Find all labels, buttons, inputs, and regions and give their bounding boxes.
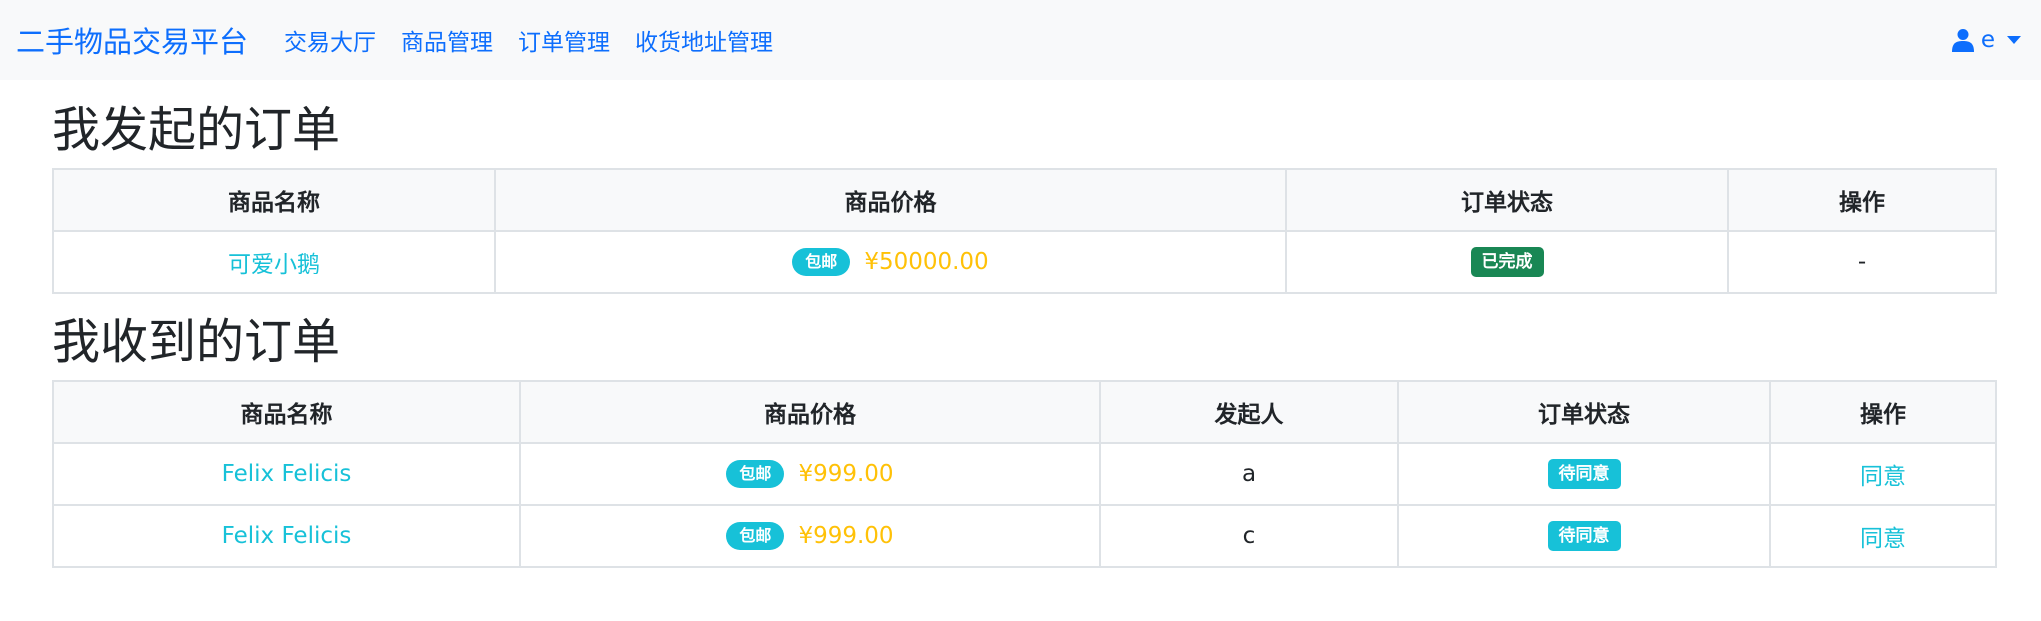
- table-header-row: 商品名称 商品价格 发起人 订单状态 操作: [52, 380, 1997, 444]
- nav-link-trading-hall[interactable]: 交易大厅: [284, 23, 376, 57]
- navbar: 二手物品交易平台 交易大厅 商品管理 订单管理 收货地址管理 e: [0, 0, 2041, 80]
- product-name-link[interactable]: 可爱小鹅: [228, 252, 320, 278]
- status-badge: 待同意: [1547, 520, 1621, 552]
- column-header: 商品价格: [519, 380, 1101, 444]
- brand-link[interactable]: 二手物品交易平台: [16, 19, 248, 61]
- received-orders-table: 商品名称 商品价格 发起人 订单状态 操作 Felix Felicis 包邮 ¥…: [52, 380, 1997, 568]
- user-name: e: [1980, 27, 1995, 53]
- column-header: 商品名称: [52, 380, 521, 444]
- sent-orders-table: 商品名称 商品价格 订单状态 操作 可爱小鹅 包邮 ¥50000.00 已完成 …: [52, 168, 1997, 294]
- received-orders-title: 我收到的订单: [52, 314, 341, 370]
- user-dropdown[interactable]: e: [1951, 0, 2021, 80]
- main-content: 我发起的订单 商品名称 商品价格 订单状态 操作 可爱小鹅 包邮 ¥50000.…: [0, 106, 2041, 568]
- free-shipping-badge: 包邮: [726, 460, 785, 488]
- status-badge: 已完成: [1470, 246, 1544, 278]
- column-header: 商品价格: [494, 168, 1287, 232]
- table-row: Felix Felicis 包邮 ¥999.00 c 待同意 同意: [52, 504, 1997, 568]
- product-price: ¥999.00: [798, 461, 894, 487]
- product-name-link[interactable]: Felix Felicis: [222, 523, 352, 549]
- nav-link-order-management[interactable]: 订单管理: [518, 23, 610, 57]
- table-row: Felix Felicis 包邮 ¥999.00 a 待同意 同意: [52, 442, 1997, 506]
- caret-down-icon: [2007, 36, 2021, 44]
- column-header: 订单状态: [1397, 380, 1771, 444]
- table-row: 可爱小鹅 包邮 ¥50000.00 已完成 -: [52, 230, 1997, 294]
- action-placeholder: -: [1727, 230, 1997, 294]
- nav-link-product-management[interactable]: 商品管理: [401, 23, 493, 57]
- column-header: 操作: [1769, 380, 1997, 444]
- column-header: 操作: [1727, 168, 1997, 232]
- table-header-row: 商品名称 商品价格 订单状态 操作: [52, 168, 1997, 232]
- free-shipping-badge: 包邮: [792, 248, 851, 276]
- sent-orders-title: 我发起的订单: [52, 102, 341, 158]
- user-icon: [1951, 28, 1975, 52]
- initiator: c: [1099, 504, 1399, 568]
- product-name-link[interactable]: Felix Felicis: [222, 461, 352, 487]
- agree-link[interactable]: 同意: [1860, 526, 1906, 552]
- free-shipping-badge: 包邮: [726, 522, 785, 550]
- column-header: 订单状态: [1285, 168, 1729, 232]
- initiator: a: [1099, 442, 1399, 506]
- product-price: ¥999.00: [798, 523, 894, 549]
- product-price: ¥50000.00: [864, 249, 989, 275]
- column-header: 商品名称: [52, 168, 496, 232]
- agree-link[interactable]: 同意: [1860, 464, 1906, 490]
- nav-link-address-management[interactable]: 收货地址管理: [635, 23, 773, 57]
- status-badge: 待同意: [1547, 458, 1621, 490]
- column-header: 发起人: [1099, 380, 1399, 444]
